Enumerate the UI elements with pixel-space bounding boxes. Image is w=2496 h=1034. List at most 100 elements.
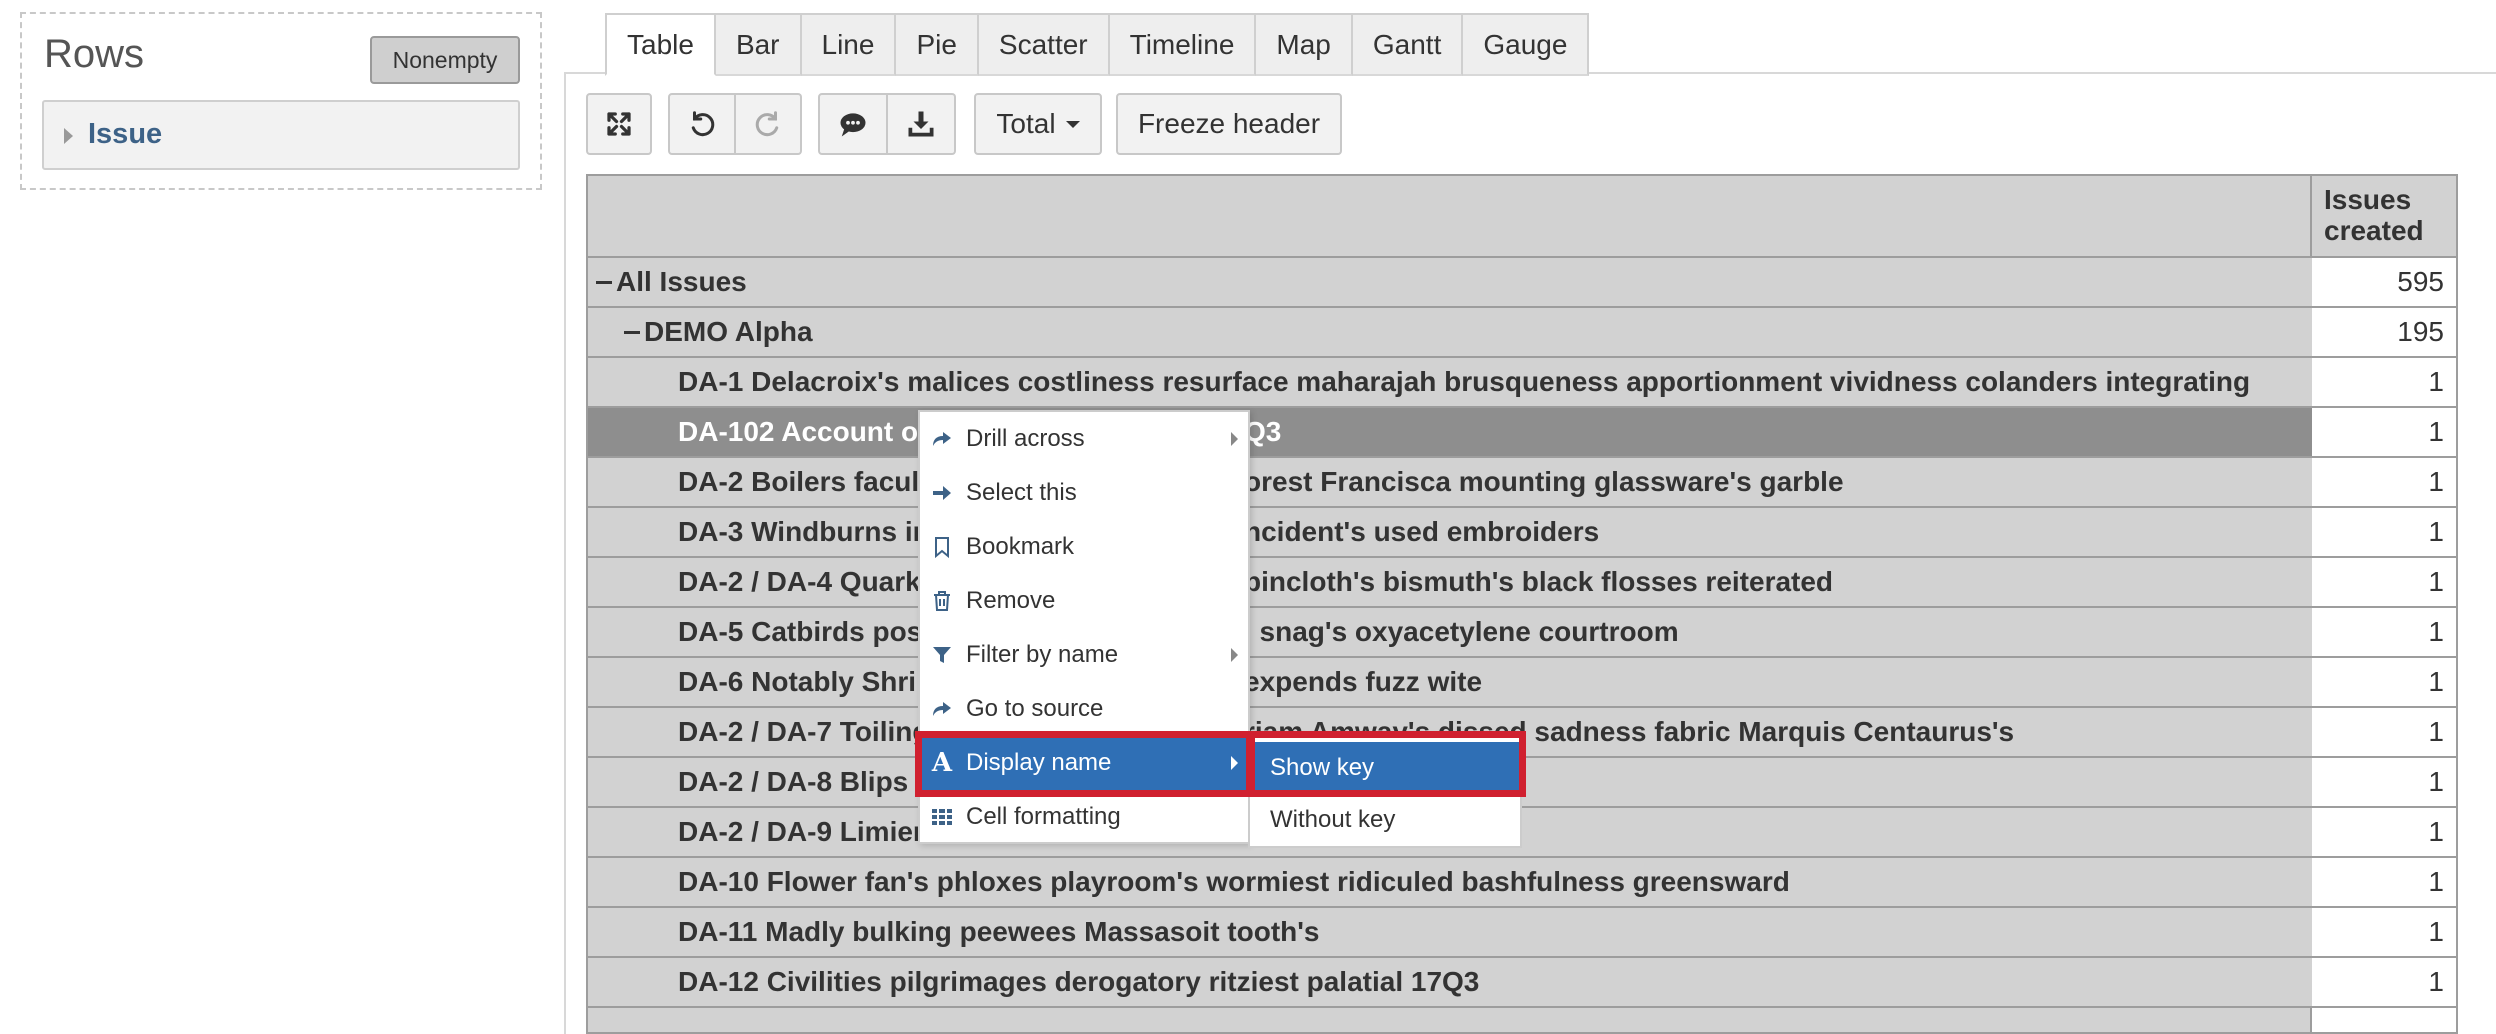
menu-item-cell-formatting[interactable]: Cell formatting xyxy=(920,790,1248,844)
row-value[interactable]: 1 xyxy=(2312,658,2456,706)
bookmark-icon xyxy=(930,535,954,559)
row-label[interactable]: DA-12 Civilities pilgrimages derogatory … xyxy=(588,958,2402,1006)
menu-item-go-to-source[interactable]: Go to source xyxy=(920,682,1248,736)
row-label[interactable]: All Issues xyxy=(588,258,2320,306)
total-dropdown[interactable]: Total xyxy=(974,93,1102,155)
table-row: DA-3 Windburns in ncident's used embroid… xyxy=(588,508,2456,558)
pivot-table: Issues created All Issues 595 DEMO Alpha… xyxy=(586,174,2458,1034)
highlight-frame xyxy=(915,731,1255,797)
row-label[interactable]: DA-2 Boilers facul orest Francisca mount… xyxy=(588,458,2402,506)
measure-header-line1: Issues xyxy=(2324,184,2412,215)
arrow-right-icon xyxy=(930,481,954,505)
chart-type-tabs: Table Bar Line Pie Scatter Timeline Map … xyxy=(605,13,1590,76)
row-value[interactable]: 1 xyxy=(2312,758,2456,806)
row-value xyxy=(2312,1008,2456,1032)
table-row: DA-10 Flower fan's phloxes playroom's wo… xyxy=(588,858,2456,908)
tab-map[interactable]: Map xyxy=(1256,13,1353,76)
row-value[interactable]: 1 xyxy=(2312,508,2456,556)
expand-icon xyxy=(607,112,631,136)
table-row: All Issues 595 xyxy=(588,258,2456,308)
redo-button[interactable] xyxy=(736,93,802,155)
row-value[interactable]: 1 xyxy=(2312,958,2456,1006)
measure-header[interactable]: Issues created xyxy=(2312,176,2456,256)
tab-bar[interactable]: Bar xyxy=(715,13,802,76)
redo-icon xyxy=(755,111,779,137)
tab-timeline[interactable]: Timeline xyxy=(1109,13,1257,76)
tab-gauge[interactable]: Gauge xyxy=(1463,13,1590,76)
table-row: DA-12 Civilities pilgrimages derogatory … xyxy=(588,958,2456,1008)
row-value[interactable]: 1 xyxy=(2312,608,2456,656)
row-label[interactable]: DA-11 Madly bulking peewees Massasoit to… xyxy=(588,908,2402,956)
row-header-corner xyxy=(588,176,2312,256)
row-label[interactable]: DA-10 Flower fan's phloxes playroom's wo… xyxy=(588,858,2402,906)
row-label[interactable]: DA-3 Windburns in ncident's used embroid… xyxy=(588,508,2402,556)
row-value[interactable]: 1 xyxy=(2312,458,2456,506)
collapse-icon[interactable] xyxy=(624,330,640,334)
menu-item-drill-across[interactable]: Drill across xyxy=(920,412,1248,466)
row-value[interactable]: 1 xyxy=(2312,708,2456,756)
issue-dimension[interactable]: Issue xyxy=(42,100,520,170)
freeze-header-button[interactable]: Freeze header xyxy=(1116,93,1342,155)
row-value[interactable]: 1 xyxy=(2312,808,2456,856)
comment-icon xyxy=(840,113,866,137)
row-label[interactable]: DA-6 Notably Shri expends fuzz wite xyxy=(588,658,2402,706)
menu-item-bookmark[interactable]: Bookmark xyxy=(920,520,1248,574)
undo-icon xyxy=(691,111,715,137)
row-value[interactable]: 1 xyxy=(2312,558,2456,606)
highlight-frame xyxy=(1246,731,1526,797)
submenu-arrow-icon xyxy=(1231,648,1238,662)
caret-down-icon xyxy=(1065,120,1080,128)
filter-icon xyxy=(930,643,954,667)
row-label[interactable]: DA-2 / DA-4 Quark pincloth's bismuth's b… xyxy=(588,558,2402,606)
rows-panel: Rows Nonempty Issue xyxy=(20,12,542,190)
table-row: DA-2 Boilers facul orest Francisca mount… xyxy=(588,458,2456,508)
table-row xyxy=(588,1008,2456,1032)
table-row-selected: DA-102 Account o Q3 1 xyxy=(588,408,2456,458)
nonempty-button[interactable]: Nonempty xyxy=(370,36,520,84)
tab-line[interactable]: Line xyxy=(801,13,897,76)
export-button[interactable] xyxy=(888,93,956,155)
tab-pie[interactable]: Pie xyxy=(896,13,979,76)
row-label[interactable]: DA-102 Account o Q3 xyxy=(588,408,2402,456)
expand-caret-icon[interactable] xyxy=(64,128,73,144)
fullscreen-button[interactable] xyxy=(586,93,652,155)
collapse-icon[interactable] xyxy=(596,280,612,284)
row-value[interactable]: 195 xyxy=(2312,308,2456,356)
undo-button[interactable] xyxy=(668,93,736,155)
table-row: DA-11 Madly bulking peewees Massasoit to… xyxy=(588,908,2456,958)
menu-item-select-this[interactable]: Select this xyxy=(920,466,1248,520)
tab-table[interactable]: Table xyxy=(605,13,716,76)
row-label xyxy=(588,1008,2312,1032)
grid-icon xyxy=(930,805,954,829)
issue-dimension-label: Issue xyxy=(88,118,163,150)
row-value[interactable]: 595 xyxy=(2312,258,2456,306)
row-value[interactable]: 1 xyxy=(2312,358,2456,406)
row-value[interactable]: 1 xyxy=(2312,908,2456,956)
table-row: DA-2 / DA-9 Limier 1 xyxy=(588,808,2456,858)
table-row: DA-5 Catbirds pos i snag's oxyacetylene … xyxy=(588,608,2456,658)
share-arrow-icon xyxy=(930,697,954,721)
download-icon xyxy=(908,111,934,137)
tab-scatter[interactable]: Scatter xyxy=(978,13,1110,76)
menu-item-remove[interactable]: Remove xyxy=(920,574,1248,628)
total-label: Total xyxy=(996,108,1056,139)
table-row: DA-6 Notably Shri expends fuzz wite 1 xyxy=(588,658,2456,708)
row-label[interactable]: DA-5 Catbirds pos i snag's oxyacetylene … xyxy=(588,608,2402,656)
submenu-item-without-key[interactable]: Without key xyxy=(1250,794,1520,846)
trash-icon xyxy=(930,589,954,613)
row-value[interactable]: 1 xyxy=(2312,858,2456,906)
measure-header-line2: created xyxy=(2324,215,2424,246)
row-label[interactable]: DA-1 Delacroix's malices costliness resu… xyxy=(588,358,2402,406)
submenu-arrow-icon xyxy=(1231,432,1238,446)
row-value[interactable]: 1 xyxy=(2312,408,2456,456)
table-row: DA-1 Delacroix's malices costliness resu… xyxy=(588,358,2456,408)
share-arrow-icon xyxy=(930,427,954,451)
table-header-row: Issues created xyxy=(588,176,2456,258)
table-row: DA-2 / DA-4 Quark pincloth's bismuth's b… xyxy=(588,558,2456,608)
tab-gantt[interactable]: Gantt xyxy=(1352,13,1464,76)
rows-panel-title: Rows xyxy=(44,32,145,76)
table-row: DEMO Alpha 195 xyxy=(588,308,2456,358)
comment-button[interactable] xyxy=(818,93,888,155)
row-label[interactable]: DEMO Alpha xyxy=(588,308,2348,356)
menu-item-filter-by-name[interactable]: Filter by name xyxy=(920,628,1248,682)
